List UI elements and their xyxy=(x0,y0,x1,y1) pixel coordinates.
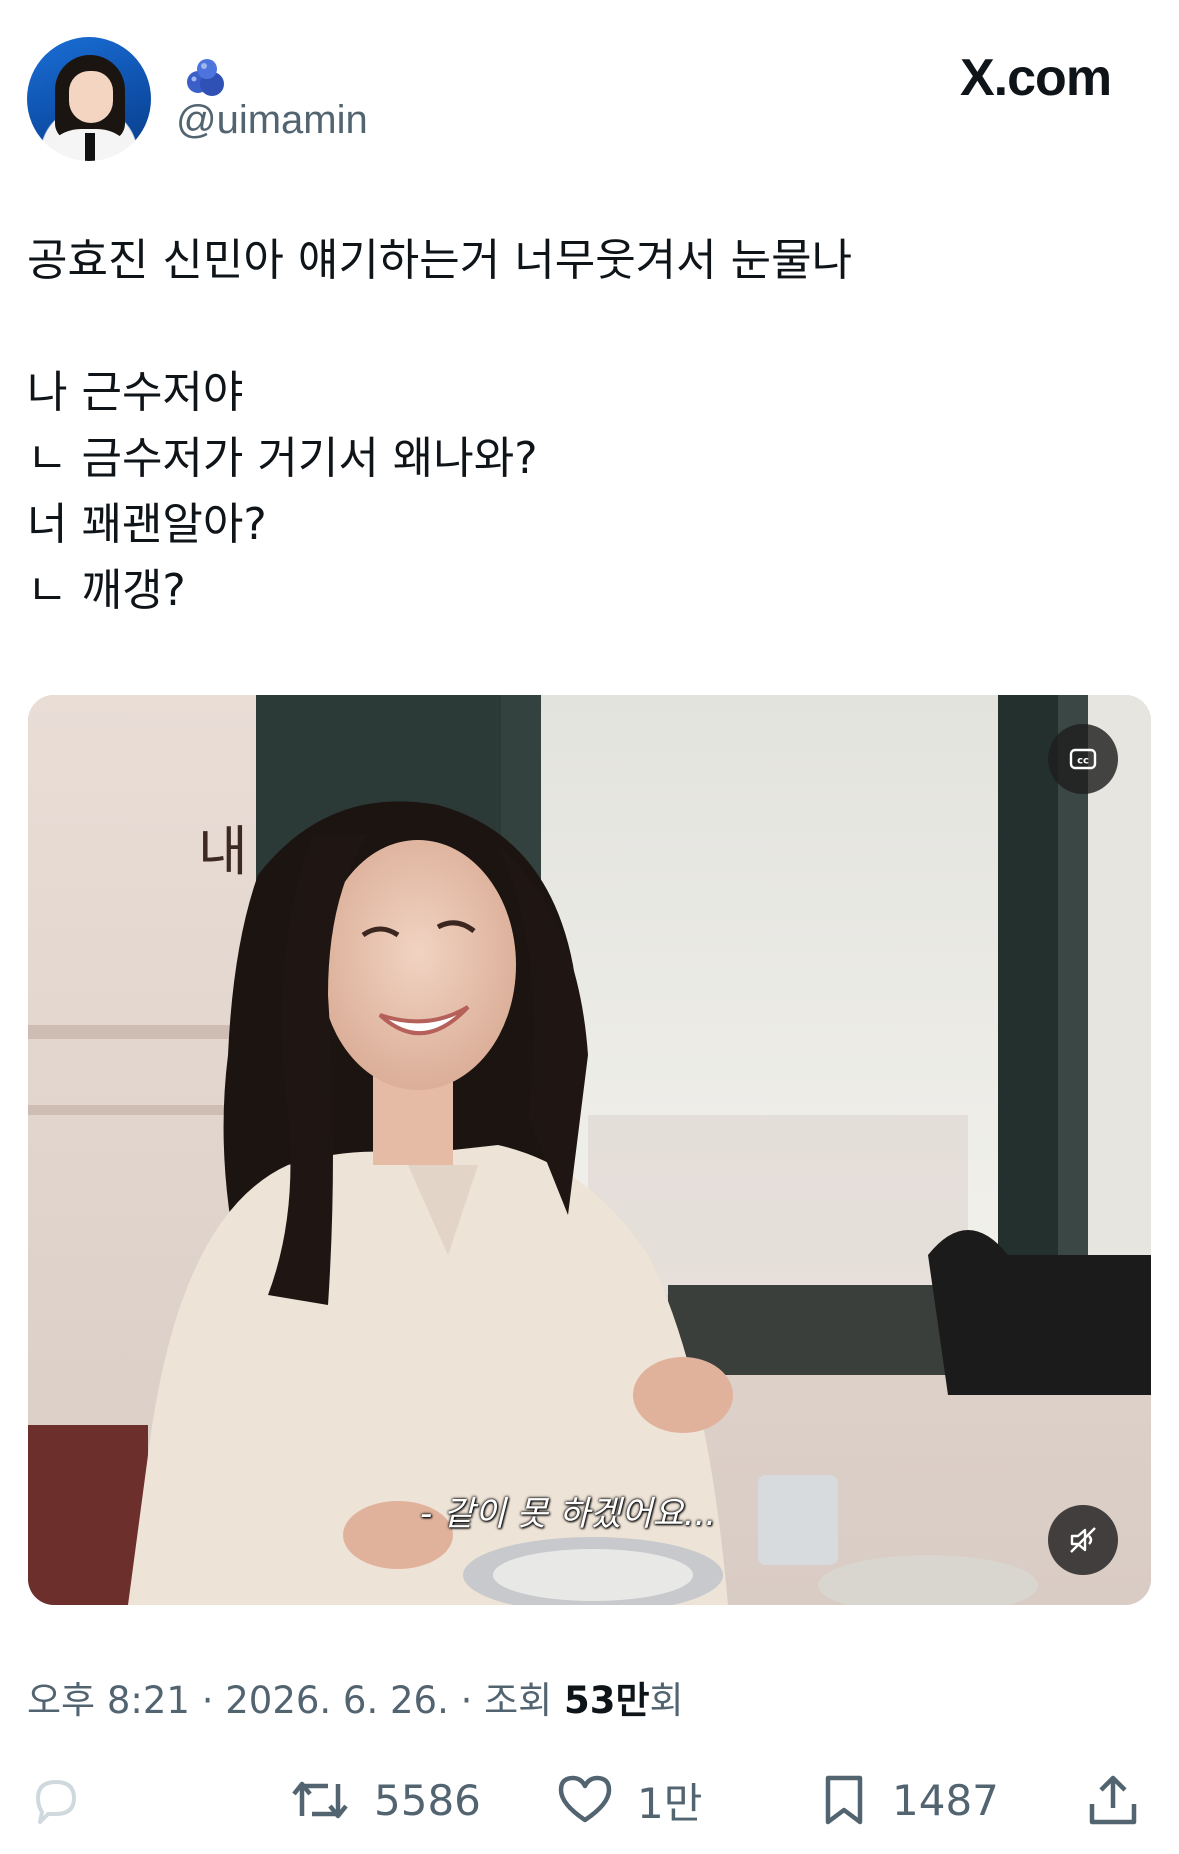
tweet-line: 너 꽤괜알아? xyxy=(27,499,267,550)
blueberries-icon xyxy=(187,59,224,96)
cc-icon: cc xyxy=(1069,748,1097,770)
share-button[interactable] xyxy=(1086,1760,1140,1840)
video-subtitle: - 같이 못 하겠어요... xyxy=(420,1494,717,1534)
reply-button[interactable] xyxy=(28,1760,84,1840)
like-count: 1만 xyxy=(637,1778,703,1828)
video-player[interactable]: 내 xyxy=(28,695,1151,1605)
tweet-time[interactable]: 오후 8:21 xyxy=(27,1679,190,1722)
svg-text:cc: cc xyxy=(1077,756,1089,767)
retweet-count: 5586 xyxy=(374,1775,481,1825)
reply-icon xyxy=(36,1780,76,1824)
tweet-line: 공효진 신민아 얘기하는거 너무웃겨서 눈물나 xyxy=(27,235,853,286)
video-frame: 내 xyxy=(28,695,1151,1605)
action-bar: 5586 1만 1487 xyxy=(0,1760,1179,1840)
retweet-button[interactable]: 5586 xyxy=(288,1760,481,1840)
tweet-line: 나 근수저야 xyxy=(27,367,244,418)
tweet-line: ㄴ 깨갱? xyxy=(27,565,186,616)
retweet-icon xyxy=(292,1781,348,1819)
captions-button[interactable]: cc xyxy=(1048,724,1118,794)
bookmark-count: 1487 xyxy=(892,1775,999,1825)
tweet-text: 공효진 신민아 얘기하는거 너무웃겨서 눈물나 나 근수저야 ㄴ 금수저가 거기… xyxy=(27,228,852,624)
views-label: 조회 xyxy=(484,1679,564,1722)
meta-separator: · xyxy=(189,1679,226,1722)
bookmark-button[interactable]: 1487 xyxy=(818,1760,999,1840)
share-icon xyxy=(1089,1775,1137,1825)
like-button[interactable]: 1만 xyxy=(555,1760,702,1840)
wall-sign: 내 xyxy=(198,820,248,883)
x-logo: X.com xyxy=(960,49,1112,107)
views-count: 53만 xyxy=(563,1679,650,1722)
avatar[interactable] xyxy=(27,37,151,161)
tweet-line-break xyxy=(27,294,852,360)
tweet-date[interactable]: 2026. 6. 26. xyxy=(225,1679,449,1722)
meta-separator: · xyxy=(448,1679,485,1722)
mute-button[interactable] xyxy=(1048,1505,1118,1575)
tweet-meta: 오후 8:21 · 2026. 6. 26. · 조회 53만회 xyxy=(27,1670,684,1724)
tweet-line: ㄴ 금수저가 거기서 왜나와? xyxy=(27,433,538,484)
mute-icon xyxy=(1070,1527,1096,1553)
heart-icon xyxy=(558,1775,612,1823)
views-suffix: 회 xyxy=(649,1679,684,1722)
bookmark-icon xyxy=(825,1775,863,1825)
author-handle[interactable]: @uimamin xyxy=(176,98,368,143)
